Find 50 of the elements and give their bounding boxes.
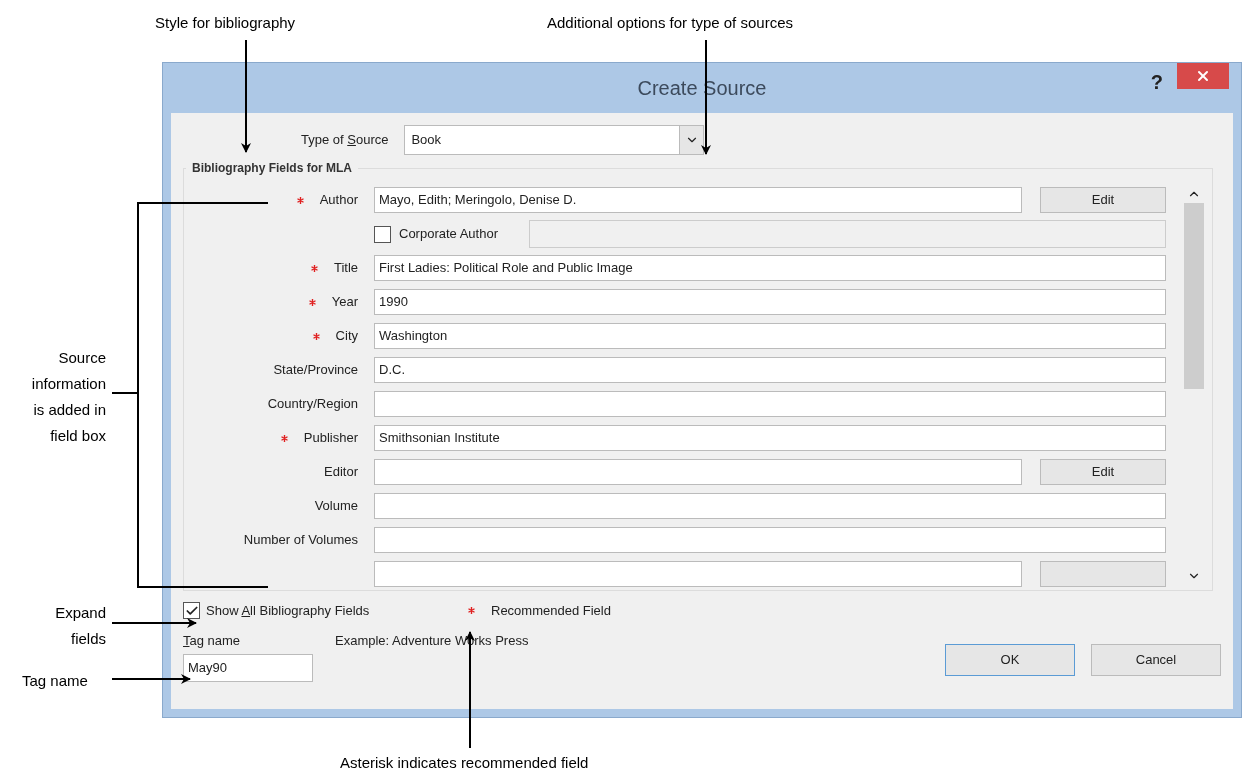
input-field[interactable]: Smithsonian Institute: [374, 425, 1166, 451]
legend-text: Recommended Field: [491, 602, 611, 620]
field-label: Publisher: [303, 429, 358, 448]
input-field[interactable]: May90: [183, 654, 313, 682]
close-button[interactable]: [1177, 63, 1229, 89]
field-label: City: [335, 327, 358, 346]
annotation-text: Asterisk indicates recommended field: [340, 753, 589, 773]
source-type-dropdown[interactable]: Book: [404, 125, 705, 155]
input-field[interactable]: Mayo, Edith; Meringolo, Denise D.: [374, 187, 1022, 213]
asterisk-icon: [280, 434, 288, 442]
edit-button[interactable]: [1040, 561, 1166, 587]
annotation-text: Additional options for type of sources: [547, 13, 793, 33]
field-label: Title: [333, 259, 358, 278]
field-label: Year: [331, 293, 358, 312]
input-field[interactable]: D.C.: [374, 357, 1166, 383]
input-field[interactable]: [374, 493, 1166, 519]
field-label: Tag name: [183, 632, 241, 648]
dialog-button[interactable]: OK: [945, 644, 1075, 676]
edit-button[interactable]: Edit: [1040, 187, 1166, 213]
field-label: Country/Region: [267, 395, 358, 414]
close-icon: [1195, 68, 1211, 84]
input-field[interactable]: [374, 561, 1022, 587]
checkbox-label: Corporate Author: [399, 225, 499, 244]
field-label: Number of Volumes: [243, 531, 358, 550]
field-label: Volume: [314, 497, 358, 516]
annotation-text: Style for bibliography: [155, 13, 296, 33]
edit-button[interactable]: Edit: [1040, 459, 1166, 485]
input-field[interactable]: Washington: [374, 323, 1166, 349]
input-field[interactable]: 1990: [374, 289, 1166, 315]
help-button[interactable]: ?: [1150, 67, 1163, 97]
asterisk-icon: [468, 607, 475, 615]
field-label: State/Province: [273, 361, 358, 380]
input-field[interactable]: [374, 391, 1166, 417]
annotation-text: Expand fields: [54, 603, 106, 649]
field-label: Editor: [324, 463, 358, 482]
annotation-text: Tag name: [22, 671, 88, 691]
asterisk-icon: [310, 264, 318, 272]
input-field[interactable]: [374, 459, 1022, 485]
dialog-button[interactable]: Cancel: [1091, 644, 1221, 676]
group-title: Bibliography Fields for MLA: [191, 160, 353, 177]
asterisk-icon: [308, 298, 316, 306]
annotation-text: Source information is added in field box: [30, 348, 106, 446]
field-label: Author: [319, 191, 358, 210]
checkbox-label: Show All Bibliography Fields: [206, 603, 370, 618]
asterisk-icon: [312, 332, 320, 340]
field-label: Type of Source: [301, 131, 389, 150]
checkbox[interactable]: [183, 602, 200, 620]
input-field[interactable]: First Ladies: Political Role and Public Image: [374, 255, 1166, 281]
input-field[interactable]: [374, 527, 1166, 553]
asterisk-icon: [296, 196, 304, 204]
